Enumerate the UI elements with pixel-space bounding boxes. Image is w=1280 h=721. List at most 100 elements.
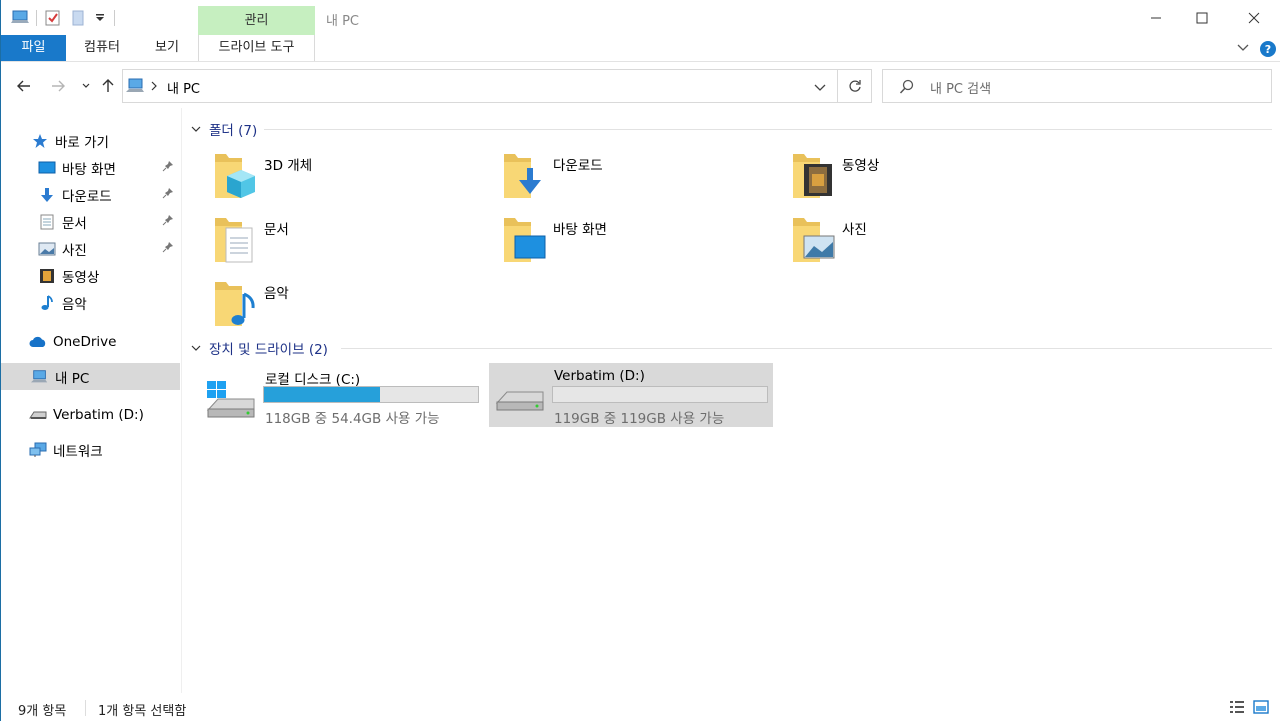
sidebar-item-label: 동영상	[62, 269, 100, 286]
tab-drive-tools[interactable]: 드라이브 도구	[198, 35, 315, 61]
network-icon	[29, 441, 47, 459]
details-view-icon[interactable]	[1229, 700, 1245, 718]
up-arrow-icon[interactable]	[98, 76, 118, 96]
folder-documents[interactable]: 문서	[212, 214, 492, 270]
expand-ribbon-chevron-icon[interactable]	[1236, 41, 1250, 59]
search-input[interactable]: 내 PC 검색	[882, 69, 1272, 103]
folder-name: 문서	[264, 222, 289, 238]
desktop-icon	[38, 159, 56, 177]
address-history-chevron-icon[interactable]	[814, 81, 826, 96]
this-pc-app-icon[interactable]	[11, 9, 31, 27]
drive-usage-bar	[263, 386, 479, 403]
tab-view[interactable]: 보기	[143, 35, 191, 61]
forward-arrow-icon[interactable]	[48, 76, 68, 96]
videos-folder-icon	[793, 154, 832, 198]
close-button[interactable]	[1231, 0, 1277, 35]
breadcrumb-chevron-icon[interactable]	[150, 80, 158, 95]
sidebar-item-label: 바탕 화면	[62, 161, 116, 178]
sidebar-item-label: 네트워크	[53, 443, 103, 460]
pin-icon[interactable]	[162, 160, 174, 176]
customize-qat-chevron-icon[interactable]	[95, 12, 105, 30]
pictures-folder-icon	[793, 218, 835, 262]
folder-videos[interactable]: 동영상	[790, 150, 1070, 206]
pin-icon[interactable]	[162, 241, 174, 257]
sidebar-item-drive-d[interactable]: Verbatim (D:)	[1, 401, 180, 428]
drive-name: 로컬 디스크 (C:)	[265, 372, 361, 388]
sidebar-item-label: 사진	[62, 242, 87, 259]
drive-usage-bar	[552, 386, 768, 403]
folder-name: 음악	[264, 286, 289, 302]
sidebar-item-desktop[interactable]: 바탕 화면	[1, 154, 180, 181]
group-header-label: 장치 및 드라이브 (2)	[209, 342, 328, 358]
sidebar-item-downloads[interactable]: 다운로드	[1, 181, 180, 208]
status-separator	[85, 700, 86, 716]
sidebar-item-label: 바로 가기	[55, 134, 109, 151]
folder-name: 바탕 화면	[553, 222, 607, 238]
group-divider	[341, 348, 1272, 349]
folder-pictures[interactable]: 사진	[790, 214, 1070, 270]
maximize-button[interactable]	[1179, 0, 1225, 35]
folder-name: 3D 개체	[264, 158, 313, 174]
sidebar-item-label: 다운로드	[62, 188, 112, 205]
videos-icon	[38, 267, 56, 285]
collapse-chevron-icon[interactable]	[191, 344, 201, 352]
sidebar-item-onedrive[interactable]: OneDrive	[1, 328, 180, 355]
address-bar[interactable]: 내 PC	[122, 69, 838, 103]
music-folder-icon	[215, 282, 255, 326]
qat-separator	[114, 10, 115, 26]
drives-group-header[interactable]: 장치 및 드라이브 (2)	[191, 338, 328, 358]
sidebar-item-label: Verbatim (D:)	[53, 406, 144, 423]
status-bar: 9개 항목 1개 항목 선택함	[1, 693, 1280, 721]
refresh-icon	[848, 80, 861, 92]
title-bar: 관리 내 PC	[1, 0, 1280, 35]
folder-3d-objects[interactable]: 3D 개체	[212, 150, 492, 206]
sidebar-item-videos[interactable]: 동영상	[1, 262, 180, 289]
drive-free-space: 118GB 중 54.4GB 사용 가능	[265, 411, 440, 427]
qat-separator	[36, 10, 37, 26]
group-header-label: 폴더 (7)	[209, 123, 258, 139]
collapse-chevron-icon[interactable]	[191, 125, 201, 133]
navigation-pane: 바로 가기 바탕 화면 다운로드 문서 사진 동영상 음악 OneDrive 내…	[1, 108, 182, 693]
usb-drive-icon	[495, 391, 544, 411]
sidebar-item-label: 내 PC	[55, 370, 90, 387]
pin-icon[interactable]	[162, 214, 174, 230]
new-folder-icon[interactable]	[71, 9, 85, 27]
drive-c[interactable]: 로컬 디스크 (C:) 118GB 중 54.4GB 사용 가능	[200, 363, 484, 427]
tab-file[interactable]: 파일	[1, 35, 66, 61]
sidebar-item-network[interactable]: 네트워크	[1, 436, 180, 463]
download-folder-icon	[504, 154, 541, 198]
navigation-bar: 내 PC 내 PC 검색	[1, 62, 1280, 108]
3d-objects-icon	[215, 154, 255, 198]
this-pc-icon	[31, 368, 49, 386]
sidebar-item-music[interactable]: 음악	[1, 289, 180, 316]
pin-icon[interactable]	[162, 187, 174, 203]
sidebar-item-documents[interactable]: 문서	[1, 208, 180, 235]
folder-music[interactable]: 음악	[212, 278, 492, 334]
folder-desktop[interactable]: 바탕 화면	[501, 214, 781, 270]
sidebar-item-quick-access[interactable]: 바로 가기	[1, 127, 180, 154]
usb-drive-icon	[29, 406, 47, 424]
large-icons-view-icon[interactable]	[1253, 700, 1269, 718]
window-title: 내 PC	[326, 14, 360, 29]
recent-locations-chevron-icon[interactable]	[76, 76, 96, 96]
back-arrow-icon[interactable]	[14, 76, 34, 96]
documents-folder-icon	[215, 218, 253, 263]
refresh-button[interactable]	[837, 69, 872, 103]
download-icon	[38, 186, 56, 204]
onedrive-cloud-icon	[29, 333, 47, 351]
desktop-folder-icon	[504, 218, 546, 262]
drive-d[interactable]: Verbatim (D:) 119GB 중 119GB 사용 가능	[489, 363, 773, 427]
this-pc-icon	[126, 78, 146, 98]
sidebar-item-pictures[interactable]: 사진	[1, 235, 180, 262]
folder-downloads[interactable]: 다운로드	[501, 150, 781, 206]
folders-group-header[interactable]: 폴더 (7)	[191, 119, 257, 139]
minimize-button[interactable]	[1133, 0, 1179, 35]
windows-drive-icon	[206, 381, 255, 418]
sidebar-item-this-pc[interactable]: 내 PC	[1, 363, 180, 390]
breadcrumb[interactable]: 내 PC	[167, 78, 200, 97]
context-tab-manage[interactable]: 관리	[198, 6, 315, 35]
file-explorer-window: 관리 내 PC 파일 컴퓨터 보기 드라이브 도구 ? 내 PC 내 PC 검색…	[0, 0, 1280, 721]
help-icon[interactable]: ?	[1259, 40, 1277, 62]
tab-computer[interactable]: 컴퓨터	[73, 35, 131, 61]
properties-icon[interactable]	[45, 9, 61, 27]
